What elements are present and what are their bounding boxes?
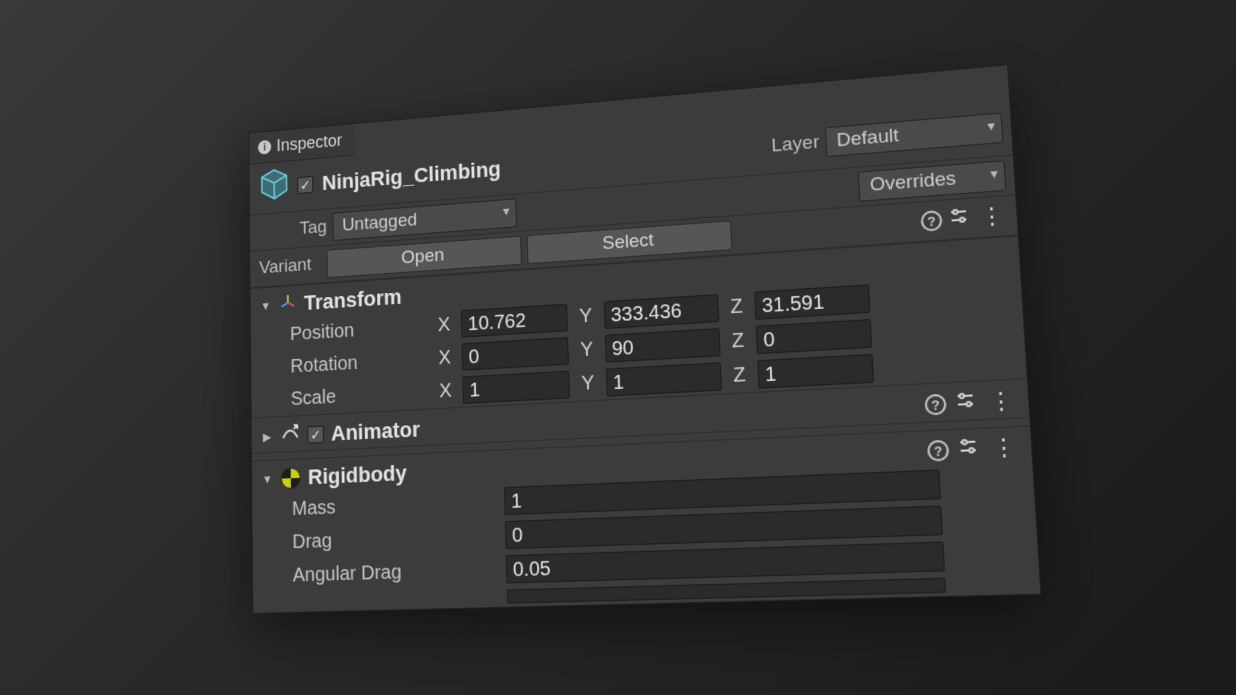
mass-label: Mass (292, 489, 497, 520)
scale-y-field[interactable]: 1 (606, 362, 722, 396)
y-axis-label: Y (577, 371, 598, 395)
rotation-x-field[interactable]: 0 (462, 337, 569, 371)
inspector-panel: i Inspector ✓ NinjaRig_Climbing Layer De… (248, 64, 1041, 614)
x-axis-label: X (434, 313, 454, 336)
z-axis-label: Z (729, 363, 750, 387)
position-x-field[interactable]: 10.762 (461, 303, 568, 337)
layer-label: Layer (771, 131, 820, 157)
animator-enabled-checkbox[interactable]: ✓ (307, 425, 324, 443)
layer-dropdown[interactable]: Default (825, 112, 1004, 157)
prefab-cube-icon (256, 164, 292, 210)
animator-foldout[interactable]: ▶ (261, 429, 274, 443)
angular-drag-label: Angular Drag (293, 557, 499, 586)
rotation-z-field[interactable]: 0 (756, 319, 872, 354)
y-axis-label: Y (575, 304, 596, 328)
component-menu-icon[interactable]: ⋮ (975, 204, 1008, 229)
partial-label (293, 596, 499, 601)
gameobject-enabled-checkbox[interactable]: ✓ (297, 175, 313, 193)
z-axis-label: Z (726, 294, 747, 318)
transform-axis-icon (279, 291, 297, 317)
animator-icon (280, 421, 300, 449)
preset-sliders-icon[interactable] (954, 389, 977, 417)
component-menu-icon[interactable]: ⋮ (984, 389, 1018, 414)
drag-label: Drag (292, 523, 498, 553)
inspector-tab-label: Inspector (276, 130, 342, 155)
component-menu-icon[interactable]: ⋮ (987, 435, 1021, 460)
position-z-field[interactable]: 31.591 (754, 284, 870, 319)
position-y-field[interactable]: 333.436 (603, 294, 718, 329)
help-icon[interactable]: ? (924, 393, 946, 415)
overrides-dropdown[interactable]: Overrides (858, 160, 1007, 202)
x-axis-label: X (435, 379, 455, 403)
tag-label: Tag (299, 216, 327, 239)
variant-label: Variant (259, 254, 322, 279)
rotation-y-field[interactable]: 90 (605, 328, 721, 363)
scale-label: Scale (291, 380, 429, 410)
x-axis-label: X (435, 346, 455, 369)
preset-sliders-icon[interactable] (948, 204, 971, 232)
position-label: Position (290, 315, 427, 345)
preset-sliders-icon[interactable] (957, 435, 980, 463)
rotation-label: Rotation (290, 347, 427, 377)
help-icon[interactable]: ? (927, 439, 950, 461)
z-axis-label: Z (727, 328, 748, 352)
rigidbody-foldout[interactable]: ▼ (261, 472, 274, 486)
scale-x-field[interactable]: 1 (463, 370, 571, 403)
y-axis-label: Y (576, 337, 597, 361)
info-icon: i (258, 139, 271, 154)
transform-foldout[interactable]: ▼ (259, 298, 272, 312)
scale-z-field[interactable]: 1 (757, 353, 874, 388)
rigidbody-icon (281, 467, 301, 489)
help-icon[interactable]: ? (920, 209, 942, 231)
